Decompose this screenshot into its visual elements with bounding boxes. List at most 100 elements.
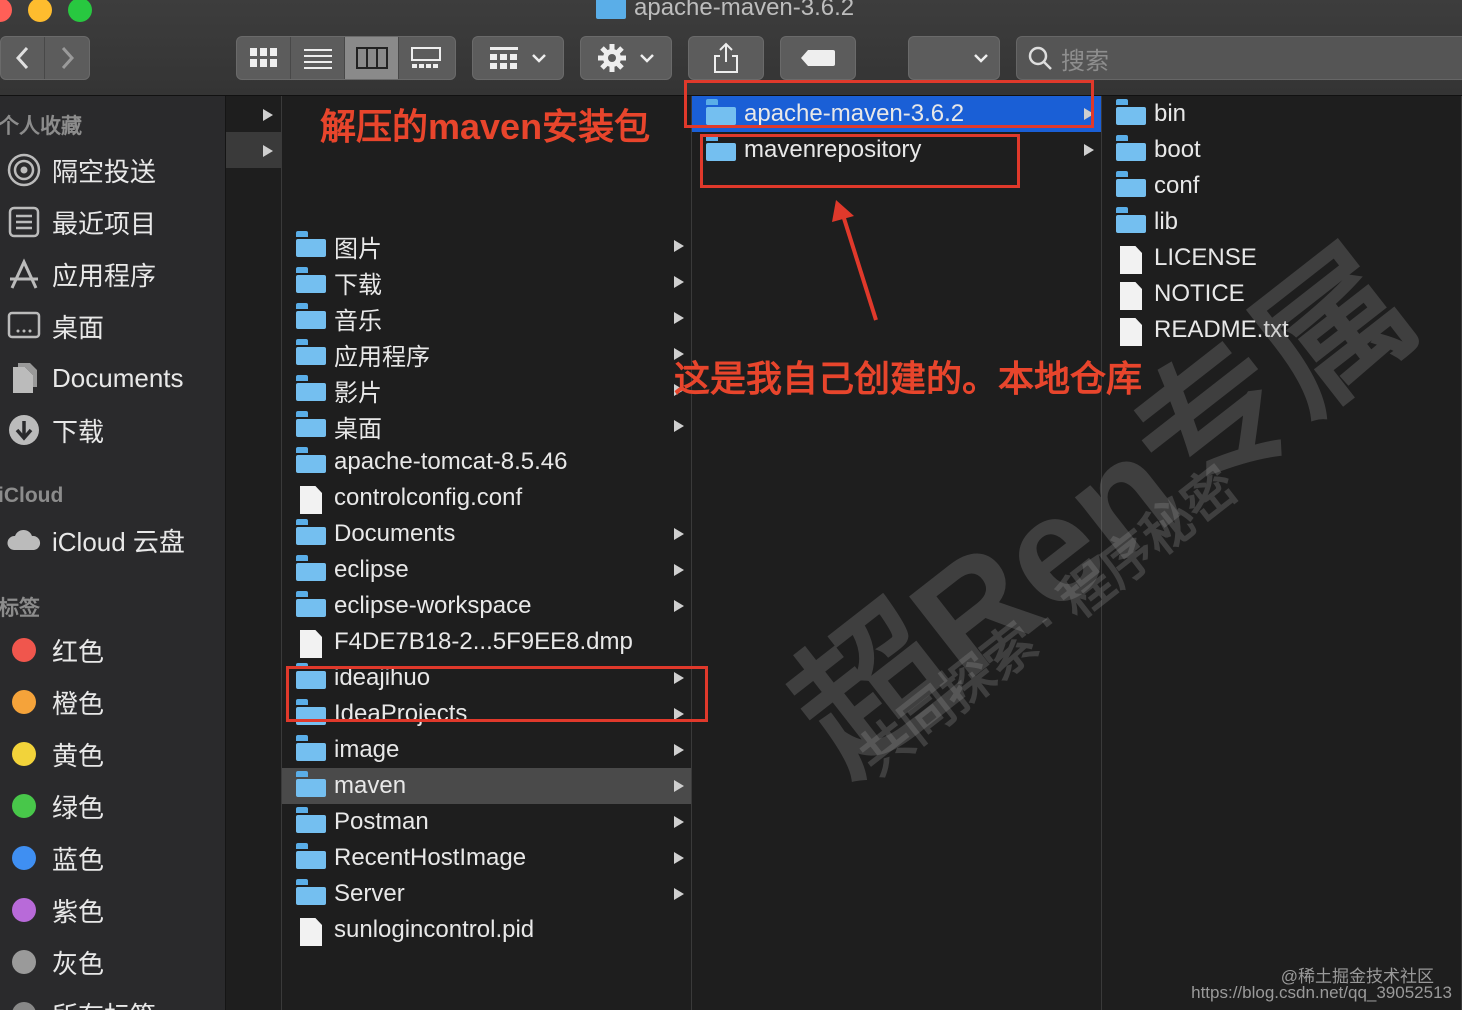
search-icon <box>1028 46 1052 70</box>
file-row[interactable]: sunlogincontrol.pid <box>282 912 691 948</box>
folder-row[interactable]: 桌面 <box>282 408 691 444</box>
sidebar-item-label: 隔空投送 <box>52 156 157 187</box>
sidebar-item-label: 黄色 <box>52 740 105 771</box>
folder-icon <box>296 414 326 438</box>
column-home: 图片下载音乐 应用程序 影片 桌面 apache-tomcat-8.5.46 contro… <box>282 96 692 1010</box>
folder-row[interactable]: 影片 <box>282 372 691 408</box>
sidebar-item-label: 下载 <box>52 416 105 447</box>
tag-dot-icon <box>12 1002 36 1010</box>
folder-row[interactable]: RecentHostImage <box>282 840 691 876</box>
back-button[interactable] <box>1 37 46 79</box>
close-window-button[interactable] <box>0 0 12 22</box>
gear-icon <box>598 44 626 72</box>
item-name: boot <box>1154 136 1201 163</box>
list-icon <box>303 49 332 69</box>
gallery-view-button[interactable] <box>399 37 453 79</box>
sidebar-tag-purple[interactable]: 紫色 <box>6 890 104 930</box>
sidebar-item-downloads[interactable]: 下载 <box>6 410 104 450</box>
sidebar-item-desktop[interactable]: 桌面 <box>6 306 104 346</box>
item-name: eclipse-workspace <box>334 592 532 619</box>
folder-icon <box>296 846 326 870</box>
list-view-button[interactable] <box>291 37 345 79</box>
folder-row[interactable]: maven <box>282 768 691 804</box>
folder-row[interactable]: eclipse <box>282 552 691 588</box>
sidebar-tag-gray[interactable]: 灰色 <box>6 942 104 982</box>
sidebar-tag-orange[interactable]: 橙色 <box>6 682 104 722</box>
column-view-button[interactable] <box>345 37 399 79</box>
item-name: Postman <box>334 808 429 835</box>
file-row[interactable]: controlconfig.conf <box>282 480 691 516</box>
sidebar-item-label: 红色 <box>52 636 105 667</box>
folder-row[interactable]: Server <box>282 876 691 912</box>
chevron-right-icon <box>263 109 273 121</box>
folder-row[interactable]: bin <box>1102 96 1461 132</box>
sidebar-tag-blue[interactable]: 蓝色 <box>6 838 104 878</box>
sidebar-item-icloud-drive[interactable]: iCloud 云盘 <box>6 520 185 560</box>
folder-icon <box>1116 174 1146 198</box>
sidebar-item-recents[interactable]: 最近项目 <box>6 202 156 242</box>
folder-icon <box>596 0 626 19</box>
item-name: 图片 <box>334 235 382 263</box>
file-row[interactable]: F4DE7B18-2...5F9EE8.dmp <box>282 624 691 660</box>
search-field[interactable]: 搜索 <box>1016 36 1462 80</box>
document-icon <box>296 630 326 658</box>
sidebar-item-label: 灰色 <box>52 948 105 979</box>
folder-row[interactable]: 下载 <box>282 264 691 300</box>
annotation-box-maven <box>286 666 708 722</box>
action-button[interactable] <box>580 36 672 80</box>
folder-row[interactable]: boot <box>1102 132 1461 168</box>
desktop-icon <box>6 308 42 344</box>
chevron-down-icon <box>974 54 988 63</box>
chevron-right-icon <box>674 276 684 288</box>
dropdown-button[interactable] <box>908 36 1000 80</box>
folder-row[interactable]: apache-tomcat-8.5.46 <box>282 444 691 480</box>
credit-line-2: https://blog.csdn.net/qq_39052513 <box>1191 983 1452 1002</box>
tag-dot-icon <box>12 690 36 714</box>
folder-row[interactable]: Documents <box>282 516 691 552</box>
share-button[interactable] <box>688 36 764 80</box>
folder-icon <box>296 738 326 762</box>
item-name: 音乐 <box>334 307 382 335</box>
folder-row[interactable]: 应用程序 <box>282 336 691 372</box>
document-icon <box>296 486 326 514</box>
zoom-window-button[interactable] <box>68 0 92 22</box>
tag-dot-icon <box>12 898 36 922</box>
sidebar-tag-red[interactable]: 红色 <box>6 630 104 670</box>
forward-button[interactable] <box>45 37 89 79</box>
item-name: image <box>334 736 400 763</box>
chevron-right-icon <box>674 780 684 792</box>
sidebar-item-documents[interactable]: Documents <box>6 358 184 398</box>
group-by-button[interactable] <box>472 36 564 80</box>
folder-row[interactable]: conf <box>1102 168 1461 204</box>
tag-dot-icon <box>12 742 36 766</box>
folder-row[interactable]: image <box>282 732 691 768</box>
sidebar-tag-yellow[interactable]: 黄色 <box>6 734 104 774</box>
share-icon <box>714 42 738 73</box>
chevron-right-icon <box>61 46 75 70</box>
sidebar-item-label: 桌面 <box>52 312 105 343</box>
minimize-window-button[interactable] <box>28 0 52 22</box>
sidebar-tag-green[interactable]: 绿色 <box>6 786 104 826</box>
chevron-right-icon <box>674 888 684 900</box>
chevron-right-icon <box>263 145 273 157</box>
sidebar-tag-all[interactable]: 所有标签… <box>6 994 182 1010</box>
sidebar-item-applications[interactable]: 应用程序 <box>6 254 156 294</box>
sidebar-item-airdrop[interactable]: 隔空投送 <box>6 150 156 190</box>
tag-dot-icon <box>12 638 36 662</box>
icloud-icon <box>6 522 42 558</box>
folder-icon <box>296 450 326 474</box>
item-name: bin <box>1154 100 1187 127</box>
column-parent <box>226 96 282 1010</box>
folder-row[interactable]: 音乐 <box>282 300 691 336</box>
chevron-right-icon <box>674 528 684 540</box>
sidebar-item-label: 所有标签… <box>52 996 182 1010</box>
document-icon <box>296 918 326 946</box>
icon-view-button[interactable] <box>237 37 291 79</box>
tags-button[interactable] <box>780 36 856 80</box>
folder-row[interactable]: eclipse-workspace <box>282 588 691 624</box>
annotation-arrow-icon <box>832 200 878 321</box>
item-name: 下载 <box>334 271 382 299</box>
folder-row[interactable]: 图片 <box>282 228 691 264</box>
gallery-icon <box>411 47 441 68</box>
folder-row[interactable]: Postman <box>282 804 691 840</box>
